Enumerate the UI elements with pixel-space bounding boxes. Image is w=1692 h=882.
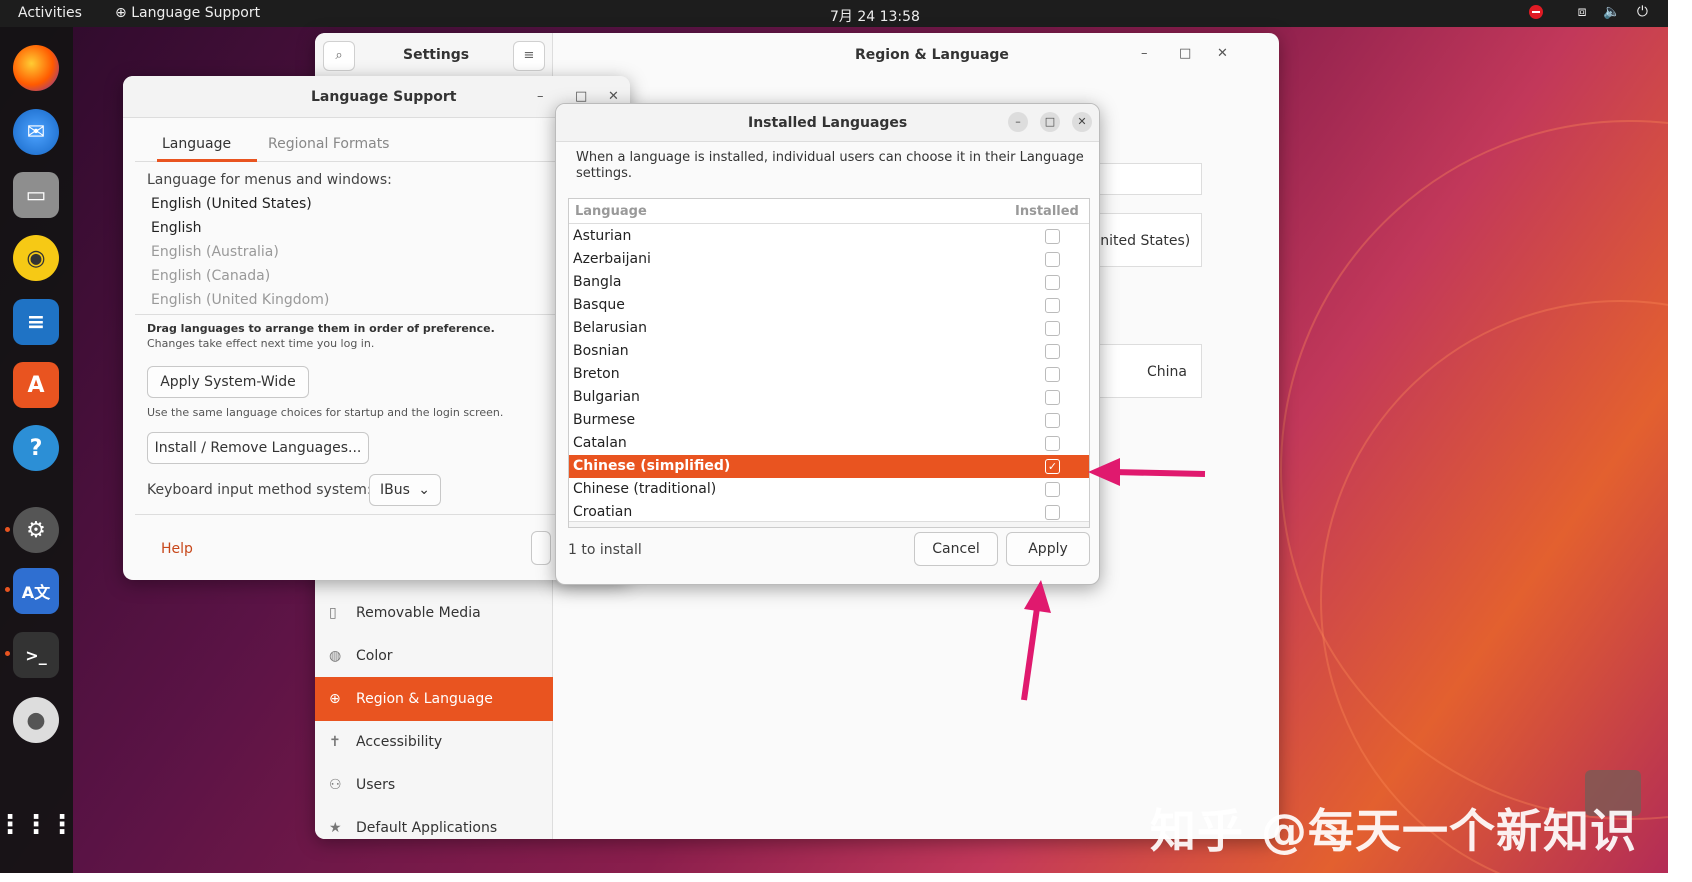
desktop: Activities ⊕ Language Support 7月 24 13:5… — [0, 0, 1668, 873]
annotation-arrows — [1021, 458, 1206, 701]
arrow-to-chinese-simplified — [1088, 458, 1206, 486]
watermark: 知乎 @每天一个新知识 — [1150, 804, 1638, 858]
arrow-to-apply-button — [1021, 580, 1051, 701]
